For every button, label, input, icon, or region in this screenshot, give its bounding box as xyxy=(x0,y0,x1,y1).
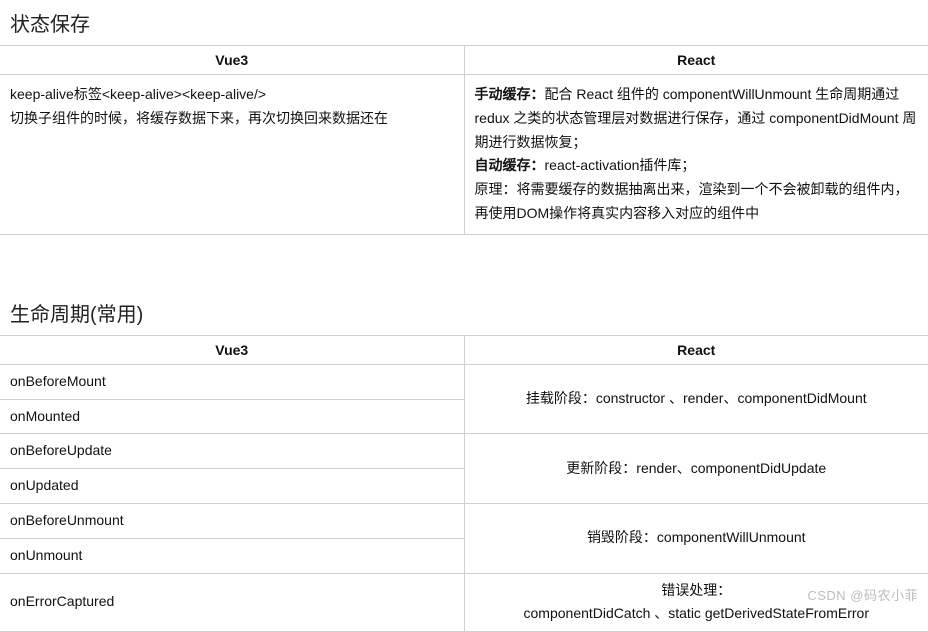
cell-react: 挂载阶段：constructor 、render、componentDidMou… xyxy=(464,364,928,434)
cell-vue: onUnmount xyxy=(0,538,464,573)
cell-vue: onBeforeMount xyxy=(0,364,464,399)
header-vue3: Vue3 xyxy=(0,335,464,364)
cell-react-content: 手动缓存：配合 React 组件的 componentWillUnmount 生… xyxy=(464,75,928,235)
react-error-l2: componentDidCatch 、static getDerivedStat… xyxy=(524,605,869,621)
table-row: onBeforeUnmount 销毁阶段：componentWillUnmoun… xyxy=(0,503,928,538)
cell-vue: onUpdated xyxy=(0,469,464,504)
cell-vue-content: keep-alive标签<keep-alive><keep-alive/> 切换… xyxy=(0,75,464,235)
table-row: Vue3 React xyxy=(0,46,928,75)
table-lifecycle: Vue3 React onBeforeMount 挂载阶段：constructo… xyxy=(0,335,928,632)
cell-react: 销毁阶段：componentWillUnmount xyxy=(464,503,928,573)
table-row: Vue3 React xyxy=(0,335,928,364)
react-bold2: 自动缓存： xyxy=(475,157,545,173)
section1-title: 状态保存 xyxy=(0,0,928,45)
section2-title: 生命周期(常用) xyxy=(0,290,928,335)
table-row: onBeforeMount 挂载阶段：constructor 、render、c… xyxy=(0,364,928,399)
table-row: keep-alive标签<keep-alive><keep-alive/> 切换… xyxy=(0,75,928,235)
table-row: onErrorCaptured 错误处理： componentDidCatch … xyxy=(0,573,928,632)
table-state-save: Vue3 React keep-alive标签<keep-alive><keep… xyxy=(0,45,928,235)
header-react: React xyxy=(464,335,928,364)
cell-vue: onBeforeUpdate xyxy=(0,434,464,469)
header-react: React xyxy=(464,46,928,75)
cell-vue: onErrorCaptured xyxy=(0,573,464,632)
cell-vue: onMounted xyxy=(0,399,464,434)
header-vue3: Vue3 xyxy=(0,46,464,75)
vue-line1: keep-alive标签<keep-alive><keep-alive/> xyxy=(10,83,454,107)
watermark: CSDN @码农小菲 xyxy=(807,585,918,604)
react-text2: react-activation插件库； xyxy=(545,157,696,173)
react-bold1: 手动缓存： xyxy=(475,86,545,102)
cell-vue: onBeforeUnmount xyxy=(0,503,464,538)
react-error-l1: 错误处理： xyxy=(661,582,731,598)
react-text3: 原理：将需要缓存的数据抽离出来，渲染到一个不会被卸载的组件内，再使用DOM操作将… xyxy=(475,181,909,221)
spacer xyxy=(0,235,928,290)
cell-react: 更新阶段：render、componentDidUpdate xyxy=(464,434,928,504)
table-row: onBeforeUpdate 更新阶段：render、componentDidU… xyxy=(0,434,928,469)
vue-line2: 切换子组件的时候，将缓存数据下来，再次切换回来数据还在 xyxy=(10,107,454,131)
